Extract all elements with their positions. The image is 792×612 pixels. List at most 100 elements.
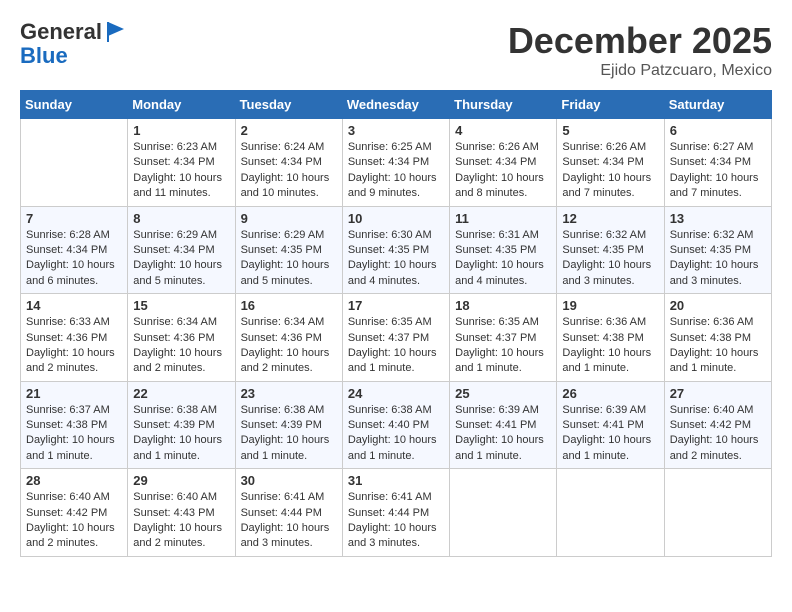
day-info: Sunrise: 6:38 AMSunset: 4:39 PMDaylight:…	[241, 403, 337, 465]
calendar-cell: 6Sunrise: 6:27 AMSunset: 4:34 PMDaylight…	[664, 119, 771, 207]
day-number: 26	[562, 386, 658, 401]
calendar-cell: 10Sunrise: 6:30 AMSunset: 4:35 PMDayligh…	[342, 206, 449, 294]
day-info: Sunrise: 6:38 AMSunset: 4:39 PMDaylight:…	[133, 403, 229, 465]
day-number: 17	[348, 298, 444, 313]
calendar-cell: 15 Sunrise: 6:34 AMSunset: 4:36 PMDayligh…	[128, 294, 235, 382]
logo-flag-icon	[104, 20, 128, 44]
calendar-cell: 7 Sunrise: 6:28 AMSunset: 4:34 PMDaylight…	[21, 206, 128, 294]
day-info: Sunrise: 6:36 AMSunset: 4:38 PMDaylight:…	[562, 315, 658, 377]
day-info: Sunrise: 6:35 AMSunset: 4:37 PMDaylight:…	[348, 315, 444, 377]
day-info: Sunrise: 6:28 AMSunset: 4:34 PMDaylight:…	[26, 228, 122, 290]
day-number: 11	[455, 211, 551, 226]
calendar-cell: 24 Sunrise: 6:38 AMSunset: 4:40 PMDayligh…	[342, 381, 449, 469]
calendar-cell	[450, 469, 557, 557]
day-number: 8	[133, 211, 229, 226]
day-number: 30	[241, 473, 337, 488]
calendar-cell: 3 Sunrise: 6:25 AMSunset: 4:34 PMDaylight…	[342, 119, 449, 207]
day-header-tuesday: Tuesday	[235, 91, 342, 119]
day-number: 19	[562, 298, 658, 313]
day-info: Sunrise: 6:24 AMSunset: 4:34 PMDaylight:…	[241, 140, 337, 202]
day-number: 12	[562, 211, 658, 226]
day-number: 31	[348, 473, 444, 488]
day-info: Sunrise: 6:32 AMSunset: 4:35 PMDaylight:…	[562, 228, 658, 290]
day-number: 1	[133, 123, 229, 138]
day-number: 22	[133, 386, 229, 401]
day-header-wednesday: Wednesday	[342, 91, 449, 119]
day-number: 21	[26, 386, 122, 401]
calendar-cell: 9 Sunrise: 6:29 AMSunset: 4:35 PMDaylight…	[235, 206, 342, 294]
calendar-cell: 16 Sunrise: 6:34 AMSunset: 4:36 PMDayligh…	[235, 294, 342, 382]
day-info: Sunrise: 6:31 AMSunset: 4:35 PMDaylight:…	[455, 228, 551, 290]
calendar-cell: 1 Sunrise: 6:23 AMSunset: 4:34 PMDaylight…	[128, 119, 235, 207]
calendar-cell: 29 Sunrise: 6:40 AMSunset: 4:43 PMDayligh…	[128, 469, 235, 557]
month-title: December 2025	[508, 20, 772, 62]
day-number: 24	[348, 386, 444, 401]
day-number: 9	[241, 211, 337, 226]
calendar-cell: 11 Sunrise: 6:31 AMSunset: 4:35 PMDayligh…	[450, 206, 557, 294]
calendar-cell: 2 Sunrise: 6:24 AMSunset: 4:34 PMDaylight…	[235, 119, 342, 207]
logo-blue: Blue	[20, 44, 128, 68]
calendar-cell: 22 Sunrise: 6:38 AMSunset: 4:39 PMDayligh…	[128, 381, 235, 469]
calendar-week-row: 7 Sunrise: 6:28 AMSunset: 4:34 PMDaylight…	[21, 206, 772, 294]
calendar-cell	[21, 119, 128, 207]
day-number: 27	[670, 386, 766, 401]
calendar-cell: 8Sunrise: 6:29 AMSunset: 4:34 PMDaylight…	[128, 206, 235, 294]
day-info: Sunrise: 6:40 AMSunset: 4:43 PMDaylight:…	[133, 490, 229, 552]
day-number: 28	[26, 473, 122, 488]
calendar-week-row: 21 Sunrise: 6:37 AMSunset: 4:38 PMDayligh…	[21, 381, 772, 469]
day-number: 20	[670, 298, 766, 313]
calendar-cell: 28 Sunrise: 6:40 AMSunset: 4:42 PMDayligh…	[21, 469, 128, 557]
day-number: 5	[562, 123, 658, 138]
day-info: Sunrise: 6:41 AMSunset: 4:44 PMDaylight:…	[241, 490, 337, 552]
day-info: Sunrise: 6:34 AMSunset: 4:36 PMDaylight:…	[241, 315, 337, 377]
calendar-week-row: 14 Sunrise: 6:33 AMSunset: 4:36 PMDayligh…	[21, 294, 772, 382]
calendar-cell: 4Sunrise: 6:26 AMSunset: 4:34 PMDaylight…	[450, 119, 557, 207]
day-number: 25	[455, 386, 551, 401]
day-number: 16	[241, 298, 337, 313]
day-info: Sunrise: 6:36 AMSunset: 4:38 PMDaylight:…	[670, 315, 766, 377]
day-info: Sunrise: 6:25 AMSunset: 4:34 PMDaylight:…	[348, 140, 444, 202]
day-number: 3	[348, 123, 444, 138]
day-number: 18	[455, 298, 551, 313]
day-info: Sunrise: 6:38 AMSunset: 4:40 PMDaylight:…	[348, 403, 444, 465]
calendar-cell: 12 Sunrise: 6:32 AMSunset: 4:35 PMDayligh…	[557, 206, 664, 294]
page-header: General Blue December 2025 Ejido Patzcua…	[20, 20, 772, 80]
day-number: 13	[670, 211, 766, 226]
day-info: Sunrise: 6:40 AMSunset: 4:42 PMDaylight:…	[670, 403, 766, 465]
day-header-thursday: Thursday	[450, 91, 557, 119]
day-number: 7	[26, 211, 122, 226]
day-number: 23	[241, 386, 337, 401]
calendar-cell	[557, 469, 664, 557]
day-info: Sunrise: 6:37 AMSunset: 4:38 PMDaylight:…	[26, 403, 122, 465]
day-info: Sunrise: 6:34 AMSunset: 4:36 PMDaylight:…	[133, 315, 229, 377]
day-number: 6	[670, 123, 766, 138]
calendar-cell: 27 Sunrise: 6:40 AMSunset: 4:42 PMDayligh…	[664, 381, 771, 469]
day-info: Sunrise: 6:41 AMSunset: 4:44 PMDaylight:…	[348, 490, 444, 552]
calendar-cell: 18 Sunrise: 6:35 AMSunset: 4:37 PMDayligh…	[450, 294, 557, 382]
day-header-sunday: Sunday	[21, 91, 128, 119]
day-info: Sunrise: 6:32 AMSunset: 4:35 PMDaylight:…	[670, 228, 766, 290]
day-number: 14	[26, 298, 122, 313]
calendar-cell: 26Sunrise: 6:39 AMSunset: 4:41 PMDayligh…	[557, 381, 664, 469]
calendar-cell: 19 Sunrise: 6:36 AMSunset: 4:38 PMDayligh…	[557, 294, 664, 382]
day-info: Sunrise: 6:35 AMSunset: 4:37 PMDaylight:…	[455, 315, 551, 377]
calendar-table: SundayMondayTuesdayWednesdayThursdayFrid…	[20, 90, 772, 557]
day-header-saturday: Saturday	[664, 91, 771, 119]
day-info: Sunrise: 6:29 AMSunset: 4:35 PMDaylight:…	[241, 228, 337, 290]
day-info: Sunrise: 6:39 AMSunset: 4:41 PMDaylight:…	[455, 403, 551, 465]
day-info: Sunrise: 6:23 AMSunset: 4:34 PMDaylight:…	[133, 140, 229, 202]
day-number: 29	[133, 473, 229, 488]
day-info: Sunrise: 6:33 AMSunset: 4:36 PMDaylight:…	[26, 315, 122, 377]
calendar-cell: 13 Sunrise: 6:32 AMSunset: 4:35 PMDayligh…	[664, 206, 771, 294]
calendar-week-row: 1 Sunrise: 6:23 AMSunset: 4:34 PMDaylight…	[21, 119, 772, 207]
calendar-cell: 5 Sunrise: 6:26 AMSunset: 4:34 PMDaylight…	[557, 119, 664, 207]
calendar-cell: 30 Sunrise: 6:41 AMSunset: 4:44 PMDayligh…	[235, 469, 342, 557]
day-number: 10	[348, 211, 444, 226]
calendar-cell	[664, 469, 771, 557]
day-number: 2	[241, 123, 337, 138]
day-header-friday: Friday	[557, 91, 664, 119]
day-info: Sunrise: 6:26 AMSunset: 4:34 PMDaylight:…	[562, 140, 658, 202]
calendar-cell: 31 Sunrise: 6:41 AMSunset: 4:44 PMDayligh…	[342, 469, 449, 557]
day-info: Sunrise: 6:40 AMSunset: 4:42 PMDaylight:…	[26, 490, 122, 552]
day-number: 15	[133, 298, 229, 313]
